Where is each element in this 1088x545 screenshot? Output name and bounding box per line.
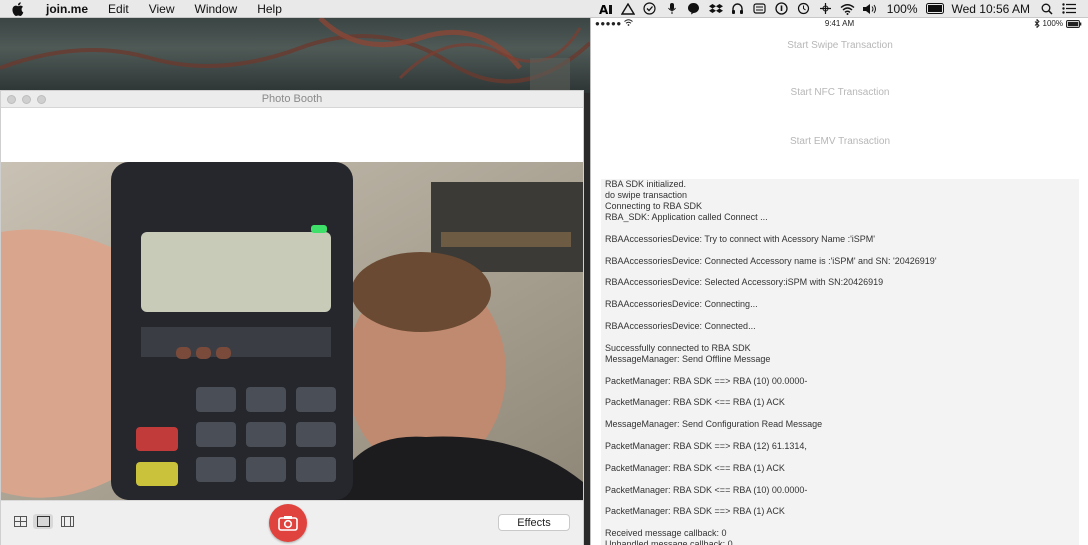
take-photo-button[interactable] <box>269 504 307 542</box>
start-emv-transaction-button[interactable]: Start EMV Transaction <box>591 136 1088 147</box>
log-line: PacketManager: RBA SDK <== RBA (10) 00.0… <box>605 484 808 495</box>
effects-button[interactable]: Effects <box>498 514 570 531</box>
ios-app-screen: ●●●●● 9:41 AM 100% Start Swipe Transacti… <box>590 17 1088 545</box>
photo-booth-window: Photo Booth Effects <box>0 90 584 545</box>
stack-icon[interactable] <box>751 2 769 16</box>
start-swipe-transaction-button[interactable]: Start Swipe Transaction <box>591 40 1088 51</box>
bluetooth-icon <box>1034 19 1040 28</box>
log-line: Received message callback: 0 <box>605 528 727 539</box>
ios-status-bar: ●●●●● 9:41 AM 100% <box>591 17 1088 30</box>
camera-icon <box>278 516 298 531</box>
log-line: PacketManager: RBA SDK ==> RBA (1) ACK <box>605 506 785 517</box>
log-output[interactable]: RBA SDK initialized. do swipe transaction… <box>601 179 1079 545</box>
log-line: RBAAccessoriesDevice: Connected Accessor… <box>605 255 937 266</box>
chat-bubble-icon[interactable] <box>685 2 703 16</box>
log-line: PacketManager: RBA SDK ==> RBA (10) 00.0… <box>605 375 808 386</box>
window-title: Photo Booth <box>261 93 323 105</box>
time-machine-icon[interactable] <box>795 2 813 16</box>
log-line: Successfully connected to RBA SDK <box>605 342 751 353</box>
desktop-wallpaper <box>0 18 590 93</box>
wifi-icon[interactable] <box>839 2 857 16</box>
crosshair-icon[interactable] <box>817 2 835 16</box>
log-line: PacketManager: RBA SDK ==> RBA (12) 61.1… <box>605 440 807 451</box>
dropbox-icon[interactable] <box>707 2 725 16</box>
font-book-icon[interactable]: A <box>597 2 615 16</box>
camera-preview <box>1 162 583 500</box>
menubar-clock[interactable]: Wed 10:56 AM <box>952 2 1031 16</box>
ios-battery-icon <box>1066 19 1082 28</box>
battery-percent: 100% <box>886 1 918 16</box>
grid-view-icon[interactable] <box>10 514 30 529</box>
log-line: RBA SDK initialized. <box>605 179 687 189</box>
log-line: RBAAccessoriesDevice: Connected... <box>605 320 756 331</box>
ios-time: 9:41 AM <box>824 19 855 28</box>
log-line: MessageManager: Send Offline Message <box>605 353 771 364</box>
log-line: Unhandled message callback: 0 <box>605 539 733 545</box>
single-view-icon[interactable] <box>33 514 53 529</box>
log-line: RBA_SDK: Application called Connect ... <box>605 212 768 222</box>
menu-edit[interactable]: Edit <box>98 2 139 16</box>
log-line: Connecting to RBA SDK <box>605 201 703 211</box>
checkmark-circle-icon[interactable] <box>641 2 659 16</box>
spotlight-search-icon[interactable] <box>1038 2 1056 16</box>
microphone-icon[interactable] <box>663 2 681 16</box>
photo-booth-titlebar[interactable]: Photo Booth <box>1 91 583 108</box>
menu-help[interactable]: Help <box>247 2 292 16</box>
volume-icon[interactable] <box>861 2 879 16</box>
headphones-icon[interactable] <box>729 2 747 16</box>
app-menu-joinme[interactable]: join.me <box>42 2 98 16</box>
photo-booth-toolbar: Effects <box>1 500 583 545</box>
log-line: PacketManager: RBA SDK <== RBA (1) ACK <box>605 462 785 473</box>
menu-window[interactable]: Window <box>185 2 248 16</box>
menu-bar: join.me Edit View Window Help A 100% Wed… <box>0 0 1088 18</box>
drive-icon[interactable] <box>619 2 637 16</box>
photo-strip-area <box>1 108 583 162</box>
log-line: PacketManager: RBA SDK <== RBA (1) ACK <box>605 397 785 408</box>
menu-view[interactable]: View <box>139 2 185 16</box>
log-line: MessageManager: Send Configuration Read … <box>605 419 823 430</box>
svg-text:A: A <box>599 3 609 15</box>
battery-icon[interactable] <box>925 2 944 16</box>
apple-menu-icon[interactable] <box>12 1 30 16</box>
ios-battery-percent: 100% <box>1042 19 1063 28</box>
log-line: RBAAccessoriesDevice: Connecting... <box>605 299 758 310</box>
info-circle-icon[interactable] <box>773 2 791 16</box>
notification-center-icon[interactable] <box>1060 2 1078 16</box>
log-line: do swipe transaction <box>605 190 688 200</box>
filmstrip-view-icon[interactable] <box>57 514 77 529</box>
start-nfc-transaction-button[interactable]: Start NFC Transaction <box>591 87 1088 98</box>
log-line: RBAAccessoriesDevice: Selected Accessory… <box>605 277 884 288</box>
log-line: RBAAccessoriesDevice: Try to connect wit… <box>605 233 876 244</box>
